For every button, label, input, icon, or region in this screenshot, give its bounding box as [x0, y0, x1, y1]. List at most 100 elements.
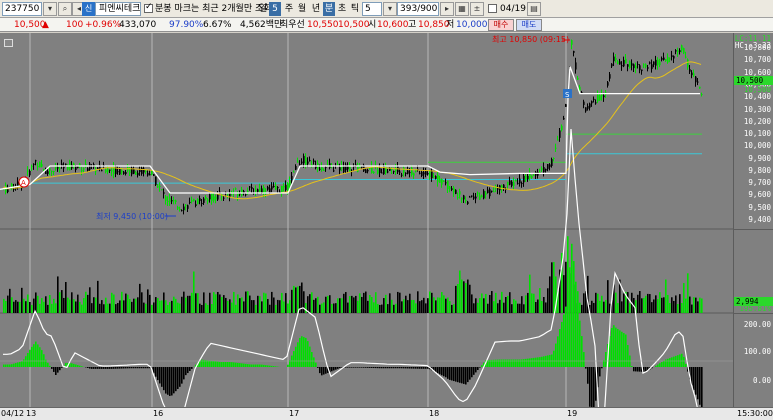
interval-dropdown[interactable]: ▾	[383, 2, 397, 16]
cci-bar	[475, 367, 477, 373]
candle-body	[47, 171, 49, 174]
chart-area[interactable]: 최고 10,850 (09:15) 최저 9,450 (10:00) A S	[0, 33, 733, 420]
stock-code-input[interactable]: 237750	[2, 2, 42, 16]
candle-body	[461, 197, 463, 200]
calendar-icon[interactable]: ▤	[527, 2, 541, 16]
candle-body	[591, 101, 593, 104]
sell-button[interactable]: 매도	[516, 19, 542, 31]
candle-body	[259, 188, 261, 193]
cci-tick: 100.00	[743, 347, 771, 356]
volume-bar	[97, 280, 99, 313]
cci-bar	[527, 358, 529, 367]
code-dropdown-button[interactable]: ▾	[43, 2, 57, 16]
cci-bar	[301, 336, 303, 367]
axis-divider	[734, 313, 773, 314]
volume-bar	[33, 298, 35, 313]
candle-body	[527, 175, 529, 180]
volume-bar	[475, 298, 477, 313]
volume-bar	[639, 291, 641, 313]
volume-bar	[583, 293, 585, 313]
cci-bar	[567, 290, 569, 367]
volume-bar	[319, 304, 321, 313]
volume-bar	[681, 303, 683, 313]
candle-body	[469, 196, 471, 198]
volume-bar	[49, 294, 51, 313]
cci-bar	[397, 367, 399, 369]
cci-bar	[533, 357, 535, 367]
cci-bar	[455, 367, 457, 382]
interval-input[interactable]: 5	[362, 2, 382, 16]
candle-body	[619, 61, 621, 65]
period-week[interactable]: 주	[283, 2, 295, 16]
period-month[interactable]: 월	[296, 2, 308, 16]
cci-bar	[133, 367, 135, 369]
volume-bar	[133, 298, 135, 313]
period-5[interactable]: 5	[269, 2, 281, 16]
cci-bar	[661, 362, 663, 367]
volume-bar	[239, 298, 241, 313]
candle-body	[77, 166, 79, 169]
period-tick[interactable]: 틱	[349, 2, 361, 16]
candlestick-chart[interactable]: 최고 10,850 (09:15) 최저 9,450 (10:00) A S	[0, 33, 733, 420]
candle-body	[517, 182, 519, 184]
cci-bar	[369, 367, 371, 368]
time-tick: 19	[567, 409, 578, 418]
cci-bar	[605, 352, 607, 367]
volume-bar	[481, 293, 483, 313]
menu-icon[interactable]	[4, 39, 13, 47]
cci-bar	[239, 363, 241, 367]
candle-body	[509, 180, 511, 185]
volume-bar	[477, 302, 479, 313]
volume-bar	[297, 286, 299, 313]
price-change: 100	[66, 20, 84, 30]
volume-bar	[211, 304, 213, 313]
cci-bar	[171, 367, 173, 396]
volume-bar	[55, 303, 57, 313]
volume-bar	[199, 303, 201, 313]
fetch-prev-button[interactable]: ▸	[440, 2, 454, 16]
cci-bar	[375, 367, 377, 369]
cci-bar	[51, 367, 53, 369]
period-day[interactable]: 일	[257, 2, 269, 16]
volume-bar	[523, 304, 525, 313]
time-tick: 18	[429, 409, 440, 418]
cci-bar	[315, 362, 317, 367]
zoom-icon[interactable]: ±	[470, 2, 484, 16]
candle-body	[407, 170, 409, 174]
volume-bar	[249, 295, 251, 313]
volume-bar	[423, 297, 425, 313]
volume-bar	[289, 300, 291, 313]
grid-icon[interactable]: ▦	[455, 2, 469, 16]
candle-body	[87, 168, 89, 172]
buy-button[interactable]: 매수	[488, 19, 514, 31]
volume-bar	[465, 283, 467, 313]
cci-bar	[449, 367, 451, 380]
candle-body	[101, 170, 103, 172]
search-icon[interactable]: ⌕	[58, 2, 72, 16]
candle-body	[511, 181, 513, 186]
volume-bar	[147, 289, 149, 313]
cci-bar	[371, 367, 373, 368]
volume-bar	[387, 304, 389, 313]
volume: 433,070	[119, 20, 157, 30]
volume-bar	[343, 293, 345, 313]
volume-bar	[517, 303, 519, 313]
cci-bar	[355, 367, 357, 368]
candle-body	[31, 165, 33, 167]
period-second[interactable]: 초	[336, 2, 348, 16]
mark-checkbox[interactable]	[144, 2, 153, 13]
cci-tick: 0.00	[752, 376, 771, 385]
best-bid: 10,500	[338, 20, 370, 30]
period-minute[interactable]: 분	[323, 2, 335, 16]
volume-bar	[415, 303, 417, 313]
period-year[interactable]: 년	[310, 2, 322, 16]
cci-bar	[461, 367, 463, 384]
volume-bar	[143, 302, 145, 313]
date-checkbox[interactable]	[488, 4, 497, 13]
cci-bar	[579, 320, 581, 367]
volume-bar	[565, 261, 567, 313]
volume-bar	[325, 296, 327, 313]
candle-body	[193, 198, 195, 202]
cci-bar	[131, 367, 133, 369]
cci-bar	[189, 367, 191, 371]
